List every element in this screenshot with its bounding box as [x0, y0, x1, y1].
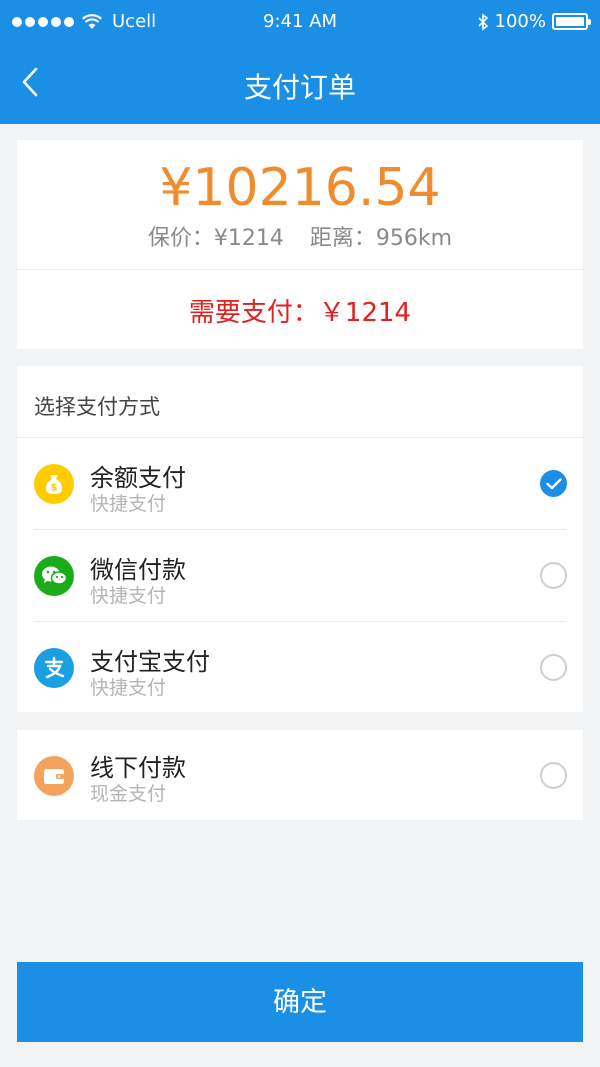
- payment-option-name: 支付宝支付: [90, 648, 210, 676]
- radio-unchecked[interactable]: [540, 654, 567, 681]
- need-pay-label: 需要支付：: [188, 298, 319, 328]
- money-bag-icon: $: [34, 464, 74, 504]
- confirm-button[interactable]: 确定: [17, 962, 583, 1042]
- distance-value: 956km: [375, 226, 453, 251]
- radio-checked[interactable]: [540, 470, 567, 497]
- payment-option-name: 微信付款: [90, 556, 186, 584]
- need-pay-value: ￥1214: [318, 298, 412, 328]
- svg-text:$: $: [51, 483, 58, 494]
- battery-icon: [552, 13, 591, 30]
- payment-option-offline[interactable]: 线下付款 现金支付: [17, 730, 583, 820]
- bluetooth-icon: [477, 12, 488, 31]
- payment-methods-card: 选择支付方式 $ 余额支付 快捷支付 微信付款 快捷支付 支付宝支付 快捷支付: [17, 366, 583, 712]
- need-pay: 需要支付：￥1214: [17, 292, 583, 329]
- payment-option-desc: 快捷支付: [90, 677, 167, 699]
- payment-option-alipay[interactable]: 支付宝支付 快捷支付: [17, 622, 583, 714]
- page-title: 支付订单: [243, 71, 356, 104]
- payment-option-balance[interactable]: $ 余额支付 快捷支付: [17, 438, 583, 530]
- offline-row: 线下付款 现金支付: [17, 730, 583, 822]
- payment-option-desc: 现金支付: [90, 783, 167, 805]
- insured-label: 保价：: [147, 226, 214, 251]
- total-amount: ¥10216.54: [159, 158, 441, 218]
- distance-label: 距离：: [309, 226, 376, 251]
- payment-option-name: 余额支付: [90, 464, 186, 492]
- alipay-icon: [34, 648, 74, 688]
- check-icon: [545, 477, 562, 489]
- order-meta: 保价：¥1214 距离：956km: [17, 220, 583, 252]
- status-bar: Ucell 9:41 AM 100%: [0, 0, 600, 44]
- payment-option-name: 线下付款: [90, 754, 186, 782]
- order-summary-card: ¥10216.54 保价：¥1214 距离：956km 需要支付：￥1214: [17, 140, 583, 349]
- wechat-icon: [34, 556, 74, 596]
- payment-methods-title: 选择支付方式: [34, 395, 160, 419]
- payment-option-desc: 快捷支付: [90, 585, 167, 607]
- insured-value: ¥1214: [213, 226, 284, 251]
- payment-option-desc: 快捷支付: [90, 493, 167, 515]
- app-header: Ucell 9:41 AM 100% 支付订单: [0, 0, 600, 124]
- nav-bar: 支付订单: [0, 44, 600, 124]
- divider: [17, 269, 583, 270]
- radio-unchecked[interactable]: [540, 562, 567, 589]
- battery-percent: 100%: [494, 11, 546, 32]
- radio-unchecked[interactable]: [540, 762, 567, 789]
- payment-option-wechat[interactable]: 微信付款 快捷支付: [17, 530, 583, 622]
